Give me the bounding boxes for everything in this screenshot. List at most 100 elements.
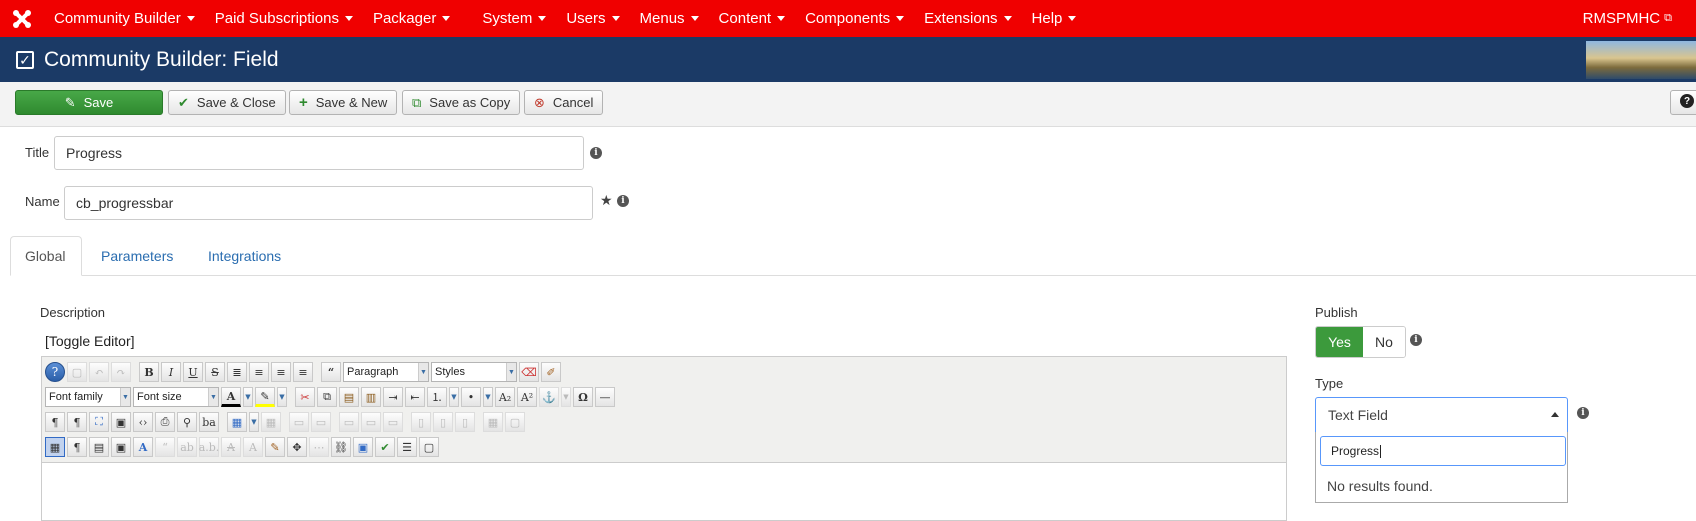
cut-icon[interactable]: ✂ — [295, 387, 315, 407]
cite-icon[interactable]: “ — [155, 437, 175, 457]
align-center-icon[interactable]: ≡ — [249, 362, 269, 382]
nav-menus[interactable]: Menus — [630, 0, 709, 37]
align-justify-icon[interactable]: ≣ — [227, 362, 247, 382]
help-icon[interactable]: ? — [45, 362, 65, 382]
align-left-icon[interactable]: ≡ — [271, 362, 291, 382]
delete-col-icon[interactable]: ▯ — [455, 412, 475, 432]
nav-extensions[interactable]: Extensions — [914, 0, 1021, 37]
rtl-icon[interactable]: ¶ — [67, 412, 87, 432]
eraser-icon[interactable]: ⌫ — [519, 362, 539, 382]
nav-content[interactable]: Content — [709, 0, 796, 37]
spellcheck-icon[interactable]: ✔ — [375, 437, 395, 457]
article-icon[interactable]: ▢ — [419, 437, 439, 457]
horizontal-rule-icon[interactable]: — — [595, 387, 615, 407]
align-right-icon[interactable]: ≡ — [293, 362, 313, 382]
nav-help[interactable]: Help — [1022, 0, 1087, 37]
replace-icon[interactable]: ba — [199, 412, 219, 432]
nav-community-builder[interactable]: Community Builder — [44, 0, 205, 37]
save-copy-button[interactable]: ⧉ Save as Copy — [402, 90, 521, 115]
delete-text-icon[interactable]: A — [221, 437, 241, 457]
pagebreak-icon[interactable]: ⋯ — [309, 437, 329, 457]
image-icon[interactable]: ▣ — [353, 437, 373, 457]
font-family-select[interactable]: Font family ▼ — [45, 387, 131, 407]
font-size-select[interactable]: Font size ▼ — [133, 387, 219, 407]
new-document-icon[interactable]: ▢ — [67, 362, 87, 382]
row-properties-icon[interactable]: ▭ — [361, 412, 381, 432]
info-icon[interactable]: i — [1577, 407, 1589, 419]
type-search-input[interactable]: Progress — [1320, 436, 1566, 466]
underline-icon[interactable]: U — [183, 362, 203, 382]
numbered-list-icon[interactable]: ⒈ — [427, 387, 447, 407]
indent-icon[interactable]: ⇥ — [383, 387, 403, 407]
outdent-icon[interactable]: ⇤ — [405, 387, 425, 407]
tab-parameters[interactable]: Parameters — [87, 236, 187, 276]
find-icon[interactable]: ⚲ — [177, 412, 197, 432]
undo-icon[interactable]: ↶ — [89, 362, 109, 382]
media-icon[interactable]: ▣ — [111, 437, 131, 457]
dropdown-arrow-icon[interactable]: ▼ — [561, 387, 571, 407]
attributes-icon[interactable]: ✎ — [265, 437, 285, 457]
bold-icon[interactable]: B — [139, 362, 159, 382]
dropdown-arrow-icon[interactable]: ▼ — [249, 412, 259, 432]
save-close-button[interactable]: ✔ Save & Close — [168, 90, 286, 115]
cell-properties-icon[interactable]: ▦ — [483, 412, 503, 432]
dropdown-arrow-icon[interactable]: ▼ — [483, 387, 493, 407]
row-after-icon[interactable]: ▭ — [311, 412, 331, 432]
nav-users[interactable]: Users — [556, 0, 629, 37]
merge-cells-icon[interactable]: ▢ — [505, 412, 525, 432]
help-button[interactable]: ? — [1670, 90, 1696, 115]
fullscreen-icon[interactable]: ⛶ — [89, 412, 109, 432]
copy-icon[interactable]: ⧉ — [317, 387, 337, 407]
dropdown-arrow-icon[interactable]: ▼ — [277, 387, 287, 407]
style-props-icon[interactable]: A — [133, 437, 153, 457]
nav-system[interactable]: System — [472, 0, 556, 37]
title-input[interactable]: Progress — [54, 136, 584, 170]
subscript-icon[interactable]: A₂ — [495, 387, 515, 407]
name-input[interactable]: cb_progressbar — [64, 186, 593, 220]
special-character-icon[interactable]: Ω — [573, 387, 593, 407]
publish-no-button[interactable]: No — [1363, 327, 1405, 357]
save-button[interactable]: ✎ Save — [15, 90, 163, 115]
code-icon[interactable]: ‹› — [133, 412, 153, 432]
dropdown-arrow-icon[interactable]: ▼ — [243, 387, 253, 407]
paragraph-select[interactable]: Paragraph ▼ — [343, 362, 429, 382]
type-select[interactable]: Text Field — [1315, 397, 1568, 433]
highlight-color-icon[interactable]: ✎ — [255, 387, 275, 407]
tab-global[interactable]: Global — [10, 236, 82, 276]
tab-integrations[interactable]: Integrations — [194, 236, 295, 276]
info-icon[interactable]: i — [1410, 334, 1422, 346]
readmore-icon[interactable]: ☰ — [397, 437, 417, 457]
nav-paid-subscriptions[interactable]: Paid Subscriptions — [205, 0, 363, 37]
dropdown-arrow-icon[interactable]: ▼ — [449, 387, 459, 407]
superscript-icon[interactable]: A² — [517, 387, 537, 407]
link-icon[interactable]: ⛓ — [331, 437, 351, 457]
strikethrough-icon[interactable]: S — [205, 362, 225, 382]
acronym-icon[interactable]: a.b. — [199, 437, 219, 457]
col-before-icon[interactable]: ▯ — [411, 412, 431, 432]
row-before-icon[interactable]: ▭ — [289, 412, 309, 432]
redo-icon[interactable]: ↷ — [111, 362, 131, 382]
styles-select[interactable]: Styles ▼ — [431, 362, 517, 382]
text-color-icon[interactable]: A — [221, 387, 241, 407]
delete-row-icon[interactable]: ▭ — [383, 412, 403, 432]
preview-icon[interactable]: ▣ — [111, 412, 131, 432]
publish-yes-button[interactable]: Yes — [1316, 327, 1363, 357]
template-icon[interactable]: ▤ — [89, 437, 109, 457]
info-icon[interactable]: i — [590, 147, 602, 159]
italic-icon[interactable]: I — [161, 362, 181, 382]
info-icon[interactable]: i — [617, 195, 629, 207]
save-new-button[interactable]: + Save & New — [289, 90, 398, 115]
abbr-icon[interactable]: ab — [177, 437, 197, 457]
toggle-editor-link[interactable]: [Toggle Editor] — [45, 333, 135, 349]
blockquote-icon[interactable]: “ — [321, 362, 341, 382]
col-after-icon[interactable]: ▯ — [433, 412, 453, 432]
anchor-icon[interactable]: ⚓ — [539, 387, 559, 407]
table-icon[interactable]: ▦ — [227, 412, 247, 432]
non-breaking-icon[interactable]: ✥ — [287, 437, 307, 457]
nav-packager[interactable]: Packager — [363, 0, 460, 37]
paste-text-icon[interactable]: ▥ — [361, 387, 381, 407]
cancel-button[interactable]: ⊗ Cancel — [524, 90, 604, 115]
joomla-logo-icon[interactable] — [0, 0, 44, 37]
delete-table-icon[interactable]: ▦ — [261, 412, 281, 432]
clean-up-icon[interactable]: ✐ — [541, 362, 561, 382]
